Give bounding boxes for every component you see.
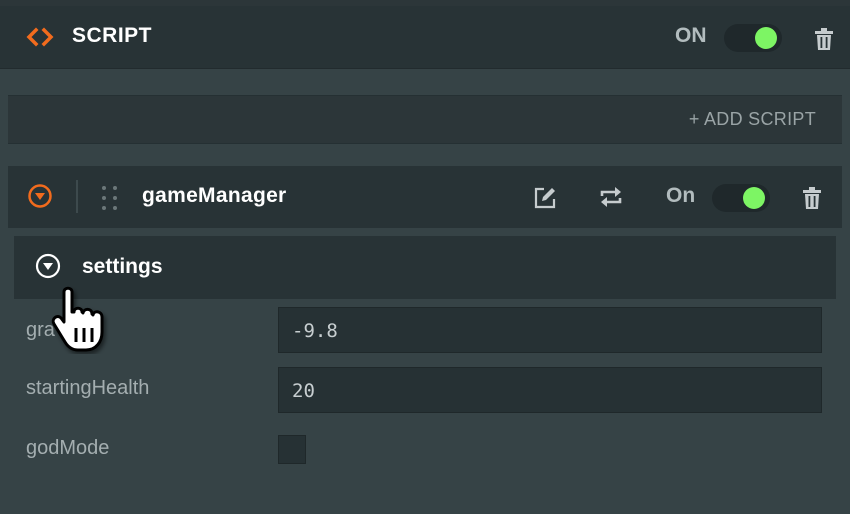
- gravity-value: -9.8: [292, 320, 338, 342]
- component-enable-toggle[interactable]: [724, 24, 782, 52]
- grip-dot: [102, 206, 106, 210]
- starting-health-field[interactable]: 20: [278, 367, 822, 413]
- starting-health-label: startingHealth: [26, 377, 150, 399]
- component-state-label: ON: [675, 24, 707, 47]
- god-mode-checkbox[interactable]: [278, 435, 306, 464]
- trash-icon[interactable]: [814, 27, 834, 51]
- grip-dot: [113, 206, 117, 210]
- grip-dot: [102, 196, 106, 200]
- gravity-field[interactable]: -9.8: [278, 307, 822, 353]
- grip-dot: [113, 196, 117, 200]
- settings-group-label: settings: [82, 255, 163, 278]
- hand-cursor-icon: [51, 286, 104, 352]
- card-divider: [76, 180, 78, 213]
- code-brackets-icon: [26, 27, 54, 47]
- grip-dot: [102, 186, 106, 190]
- add-script-bar: + ADD SCRIPT: [8, 95, 842, 144]
- add-script-button[interactable]: + ADD SCRIPT: [689, 109, 816, 130]
- reload-icon[interactable]: [599, 186, 623, 208]
- edit-icon[interactable]: [533, 186, 557, 210]
- script-state-label: On: [666, 184, 696, 207]
- grip-dot: [113, 186, 117, 190]
- starting-health-value: 20: [292, 380, 315, 402]
- collapse-circle-icon[interactable]: [28, 184, 52, 208]
- script-name: gameManager: [142, 184, 287, 207]
- chevron-circle-icon[interactable]: [35, 253, 61, 279]
- trash-icon[interactable]: [802, 186, 822, 210]
- script-enable-toggle[interactable]: [712, 184, 770, 212]
- god-mode-label: godMode: [26, 437, 110, 459]
- component-title: SCRIPT: [72, 24, 153, 47]
- toggle-knob: [755, 27, 777, 49]
- toggle-knob: [743, 187, 765, 209]
